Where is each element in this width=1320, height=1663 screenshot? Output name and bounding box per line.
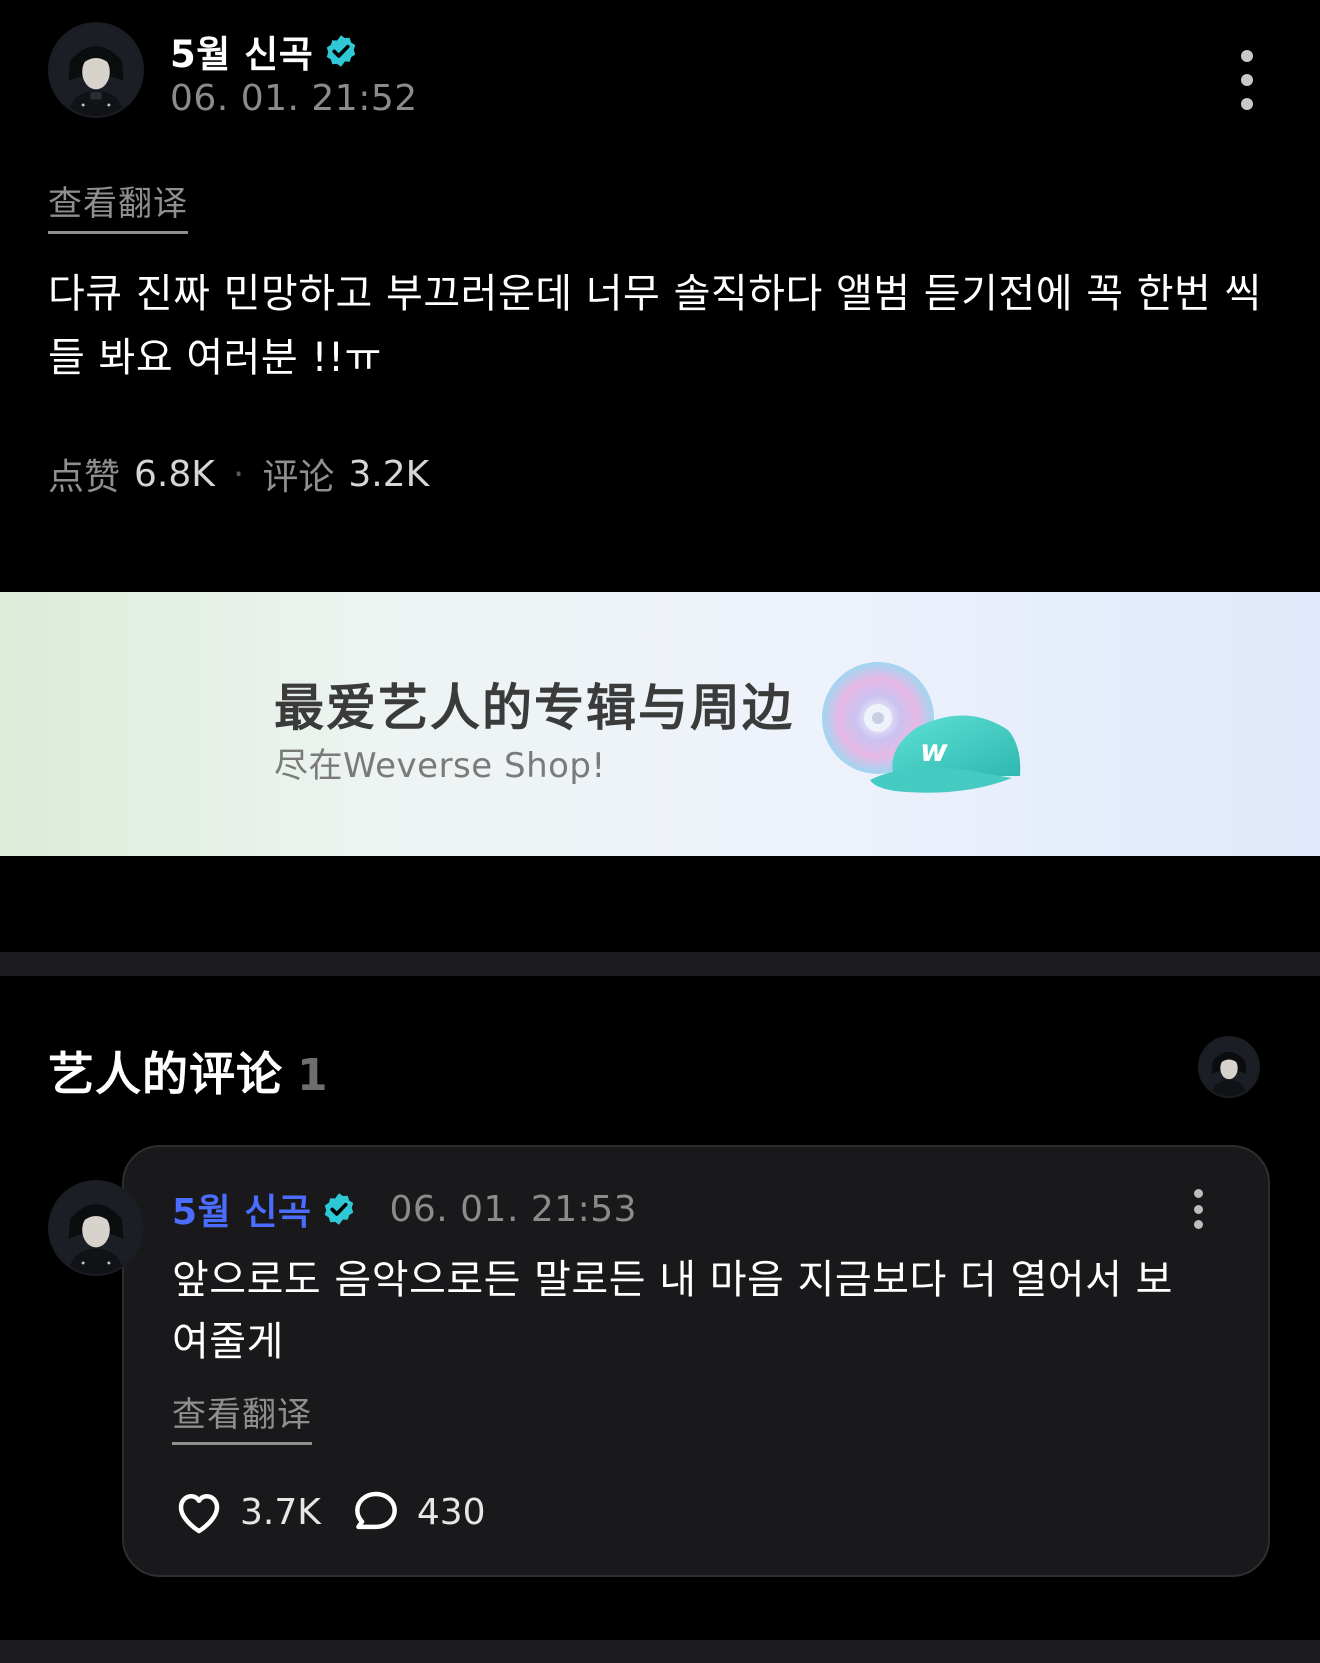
more-dot: [1241, 98, 1253, 110]
comment-translate-link[interactable]: 查看翻译: [172, 1387, 312, 1445]
author-avatar[interactable]: [48, 22, 144, 118]
post-timestamp: 06. 01. 21:52: [170, 78, 418, 119]
post-author-row: 5월 신곡: [170, 24, 359, 78]
avatar-image: [50, 24, 142, 116]
more-dot: [1193, 1204, 1203, 1214]
comment-bubble-icon: [354, 1491, 397, 1530]
more-vertical-icon[interactable]: [1232, 50, 1262, 110]
heart-icon: [178, 1494, 220, 1534]
more-dot: [1193, 1189, 1203, 1198]
artist-avatar-small[interactable]: [1198, 1036, 1260, 1098]
like-count: 3.7K: [240, 1491, 321, 1533]
avatar-image: [50, 1182, 142, 1274]
comment-author-avatar[interactable]: [48, 1180, 144, 1276]
comment-actions: 3.7K 430: [172, 1485, 514, 1539]
more-dot: [1241, 50, 1253, 62]
album-cap-illustration: w: [816, 658, 1046, 808]
artist-comment-card[interactable]: 5월 신곡 06. 01. 21:53 앞으로도 음악으로든 말로든 내 마음 …: [122, 1145, 1270, 1577]
like-button[interactable]: 3.7K: [172, 1485, 321, 1539]
verified-badge-icon: [323, 33, 359, 69]
artist-comments-title: 艺人的评论: [48, 1047, 283, 1101]
reply-count: 430: [416, 1491, 486, 1533]
banner-title: 最爱艺人的专辑与周边: [274, 679, 794, 737]
comment-header: 5월 신곡 06. 01. 21:53: [172, 1183, 637, 1235]
post-header: 5월 신곡 06. 01. 21:52: [48, 22, 1272, 122]
post-author-name[interactable]: 5월 신곡: [170, 24, 313, 78]
banner-subtitle: 尽在Weverse Shop!: [274, 746, 606, 786]
section-divider: [0, 952, 1320, 976]
post-stats: 点赞 6.8K · 评论 3.2K: [48, 448, 429, 500]
comment-body: 앞으로도 음악으로든 말로든 내 마음 지금보다 더 열어서 보여줄게: [172, 1257, 1173, 1365]
comments-count: 3.2K: [348, 453, 430, 495]
weverse-shop-banner[interactable]: 最爱艺人的专辑与周边 尽在Weverse Shop! w: [0, 592, 1320, 856]
artist-comments-count: 1: [297, 1050, 328, 1101]
more-dot: [1193, 1220, 1203, 1229]
stats-separator: ·: [232, 453, 245, 495]
more-vertical-icon[interactable]: [1188, 1189, 1208, 1229]
post-translate-link[interactable]: 查看翻译: [48, 176, 188, 234]
avatar-image: [1200, 1038, 1258, 1096]
reply-button[interactable]: 430: [349, 1485, 486, 1539]
more-dot: [1241, 74, 1253, 86]
artist-comments-header: 艺人的评论 1: [48, 1038, 328, 1104]
post-body: 다큐 진짜 민망하고 부끄러운데 너무 솔직하다 앨범 듣기전에 꼭 한번 씩들…: [48, 271, 1262, 381]
comment-timestamp: 06. 01. 21:53: [389, 1188, 638, 1230]
comments-label: 评论: [262, 457, 335, 498]
comment-author-name[interactable]: 5월 신곡: [172, 1183, 311, 1235]
likes-label: 点赞: [48, 457, 121, 498]
likes-count: 6.8K: [134, 453, 215, 495]
svg-text:w: w: [920, 734, 948, 769]
bottom-divider: [0, 1640, 1320, 1663]
verified-badge-icon: [321, 1191, 357, 1227]
